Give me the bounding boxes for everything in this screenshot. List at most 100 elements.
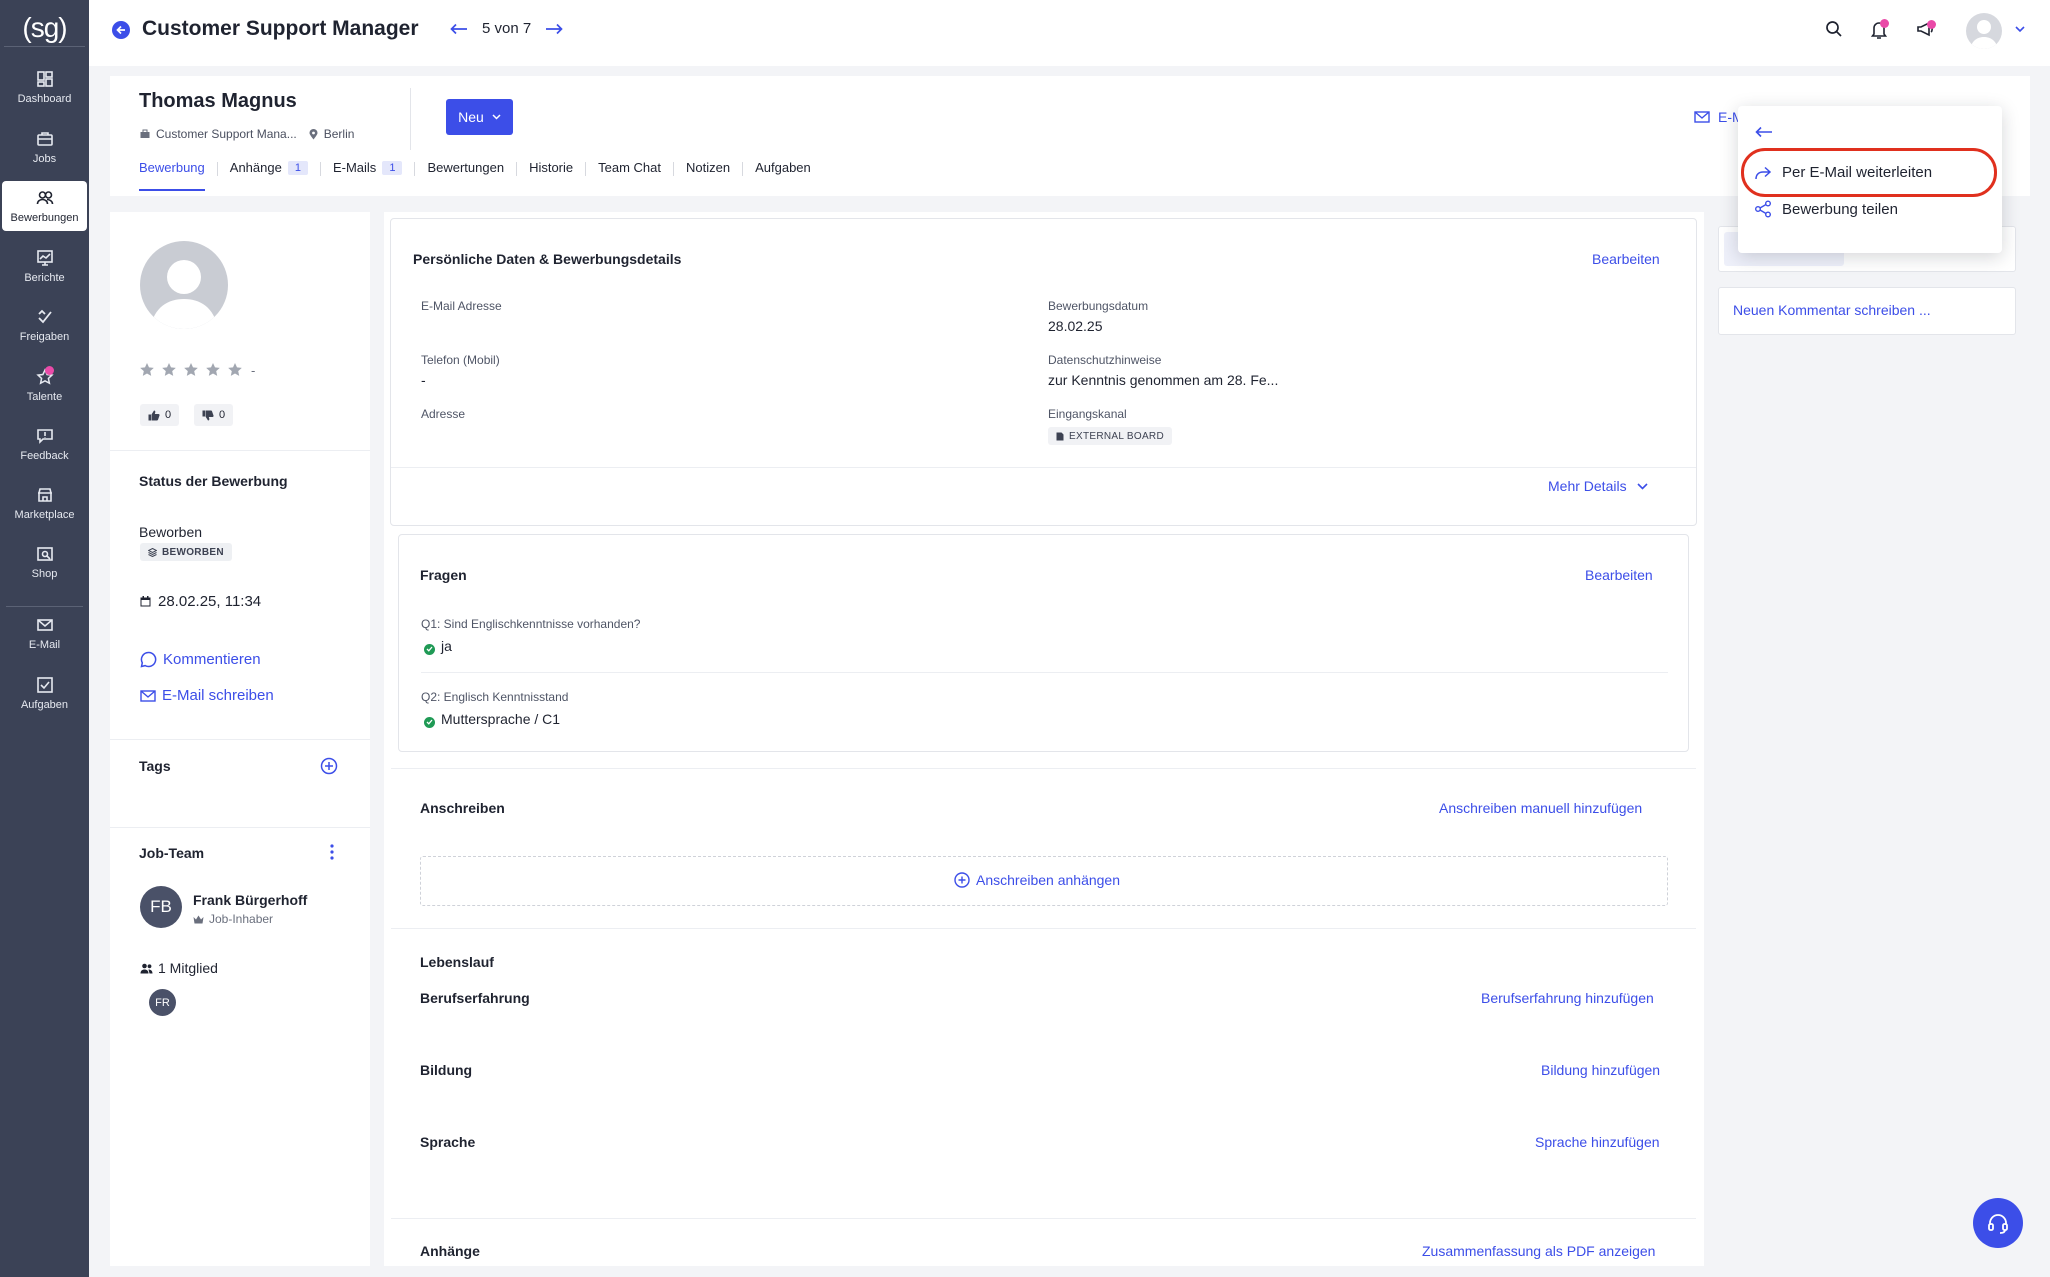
cover-letter-title: Anschreiben [420,800,505,816]
next-arrow-icon[interactable] [545,23,563,35]
sidebar-item-marketplace[interactable]: Marketplace [2,478,87,528]
header-divider [410,88,411,150]
sidebar-item-label: Shop [31,567,58,580]
location-pin-icon [309,128,318,139]
notification-dot [1880,19,1889,28]
status-dropdown-button[interactable]: Neu [446,99,513,135]
sidebar-item-feedback[interactable]: Feedback [2,419,87,469]
tab-aufgaben[interactable]: Aufgaben [755,160,811,189]
tab-historie[interactable]: Historie [529,160,573,189]
tab-badge: 1 [287,160,308,175]
owner-role: Job-Inhaber [193,912,273,926]
write-email-label: E-Mail schreiben [162,687,274,704]
divider [391,768,1696,769]
status-date-text: 28.02.25, 11:34 [158,593,262,610]
plus-circle-icon [954,872,970,888]
attachments-title: Anhänge [420,1243,480,1259]
add-experience-link[interactable]: Berufserfahrung hinzufügen [1481,990,1654,1006]
rating-stars[interactable]: - [139,362,255,378]
sidebar-item-bewerbungen[interactable]: Bewerbungen [2,181,87,231]
add-education-link[interactable]: Bildung hinzufügen [1541,1062,1660,1078]
sidebar-item-label: Freigaben [19,330,70,343]
owner-avatar: FB [140,886,182,928]
app-logo[interactable]: (sg) [0,8,89,48]
mail-icon [140,689,156,702]
tab-bewertungen[interactable]: Bewertungen [427,160,504,189]
sidebar-item-aufgaben[interactable]: Aufgaben [2,668,87,718]
email-action[interactable]: E-M [1694,109,1744,125]
tab-label: Bewertungen [427,160,505,175]
channel-chip: EXTERNAL BOARD [1048,427,1172,445]
thumbs-down-button[interactable]: 0 [194,404,234,426]
thumbs-up-icon [148,410,160,420]
layers-icon [148,547,157,557]
thumbs-up-button[interactable]: 0 [140,404,180,426]
prev-arrow-icon[interactable] [450,23,468,35]
candidate-job: Customer Support Mana... [156,127,297,141]
write-email-link[interactable]: E-Mail schreiben [140,687,274,704]
candidate-location: Berlin [323,127,355,141]
more-details-toggle[interactable]: Mehr Details [1548,478,1648,494]
tab-divider [673,162,675,176]
help-button[interactable] [1973,1198,2023,1248]
calendar-icon [140,596,151,607]
sidebar-divider [6,606,83,607]
menu-back-button[interactable] [1755,126,1773,138]
tab-team-chat[interactable]: Team Chat [598,160,661,189]
comment-link[interactable]: Kommentieren [140,651,261,668]
new-comment-input[interactable]: Neuen Kommentar schreiben ... [1718,287,2016,335]
announcement-dot [1927,20,1936,29]
logo-divider [4,46,85,47]
star-icon [206,363,220,376]
questions-edit-link[interactable]: Bearbeiten [1585,567,1653,583]
tab-label: Notizen [686,160,731,175]
pdf-summary-link[interactable]: Zusammenfassung als PDF anzeigen [1422,1243,1655,1259]
feedback-icon [36,428,53,444]
tab-emails[interactable]: E-Mails 1 [333,160,403,189]
tab-label: Anhänge [229,160,282,175]
back-button[interactable] [112,21,130,39]
owner-role-label: Job-Inhaber [209,912,274,926]
cv-title: Lebenslauf [420,954,494,970]
dashboard-icon [36,70,53,87]
question-2: Q2: Englisch Kenntnisstand [421,690,569,704]
team-more-button[interactable] [329,843,335,861]
add-tag-button[interactable] [320,757,338,775]
user-menu-toggle[interactable] [2015,26,2025,33]
tab-divider [414,162,416,176]
chevron-down-icon [492,114,501,120]
shop-icon [36,546,53,561]
sidebar-item-freigaben[interactable]: Freigaben [2,300,87,350]
store-icon [37,487,52,502]
sidebar-item-label: Feedback [20,449,69,462]
pager: 5 von 7 [450,20,563,37]
sidebar-item-jobs[interactable]: Jobs [2,122,87,172]
phone-value: - [421,372,426,388]
answer-2: Muttersprache / C1 [424,711,560,728]
sidebar-item-berichte[interactable]: Berichte [2,241,87,291]
status-section-title: Status der Bewerbung [139,473,288,489]
sidebar-item-shop[interactable]: Shop [2,537,87,587]
user-avatar[interactable] [1966,13,2002,49]
personal-edit-link[interactable]: Bearbeiten [1592,251,1660,267]
rating-value: - [251,362,256,378]
tab-label: Historie [529,160,574,175]
member-avatar: FR [149,989,176,1016]
search-button[interactable] [1825,20,1843,38]
share-application-item[interactable]: Bewerbung teilen [1754,200,1898,218]
attach-cover-letter[interactable]: Anschreiben anhängen [954,872,1120,888]
application-date-value: 28.02.25 [1048,318,1103,334]
sidebar-item-email[interactable]: E-Mail [2,608,87,658]
cover-letter-add-manual[interactable]: Anschreiben manuell hinzufügen [1439,800,1642,816]
highlight-ring [1741,148,1997,197]
tab-anhaenge[interactable]: Anhänge 1 [230,160,308,189]
tab-label: Aufgaben [755,160,811,175]
tab-bewerbung[interactable]: Bewerbung [139,160,205,191]
task-icon [36,676,53,693]
document-icon [1056,432,1064,440]
email-label: E-Mail Adresse [421,299,502,313]
add-language-link[interactable]: Sprache hinzufügen [1535,1134,1660,1150]
sidebar-item-dashboard[interactable]: Dashboard [2,62,87,112]
user-placeholder-icon [150,260,218,329]
tab-notizen[interactable]: Notizen [686,160,730,189]
